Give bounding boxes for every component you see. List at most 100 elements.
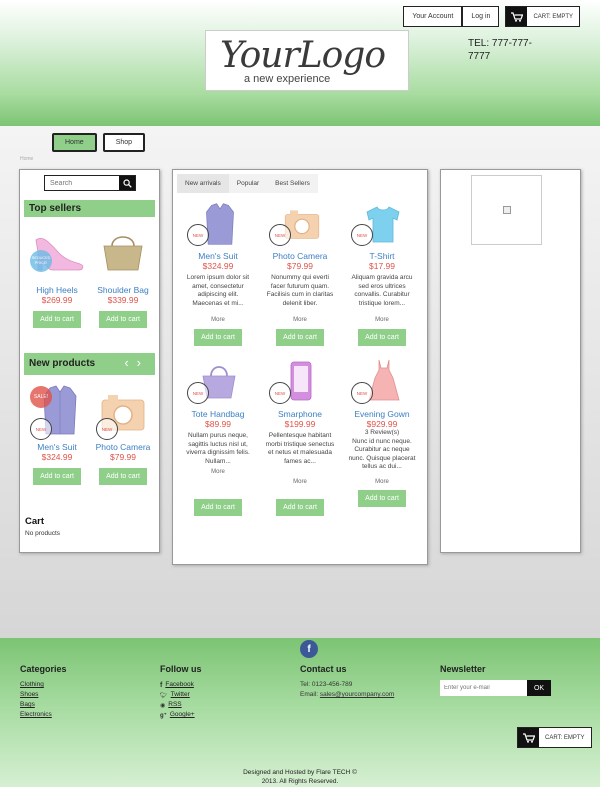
banner-image[interactable] [471,175,542,245]
category-link[interactable]: Clothing [20,680,67,690]
product-image[interactable]: NEW [347,359,417,405]
top-sellers-title: Top sellers [24,200,155,217]
newsletter-ok-button[interactable]: OK [527,680,551,696]
top-seller-item[interactable]: Shoulder Bag $339.99 Add to cart [92,228,154,328]
follow-google[interactable]: g⁺ Google+ [160,710,202,720]
product-image[interactable]: SALE! NEW [26,382,88,440]
tab-new-arrivals[interactable]: New arrivals [177,174,229,193]
product-image[interactable] [92,228,154,278]
facebook-link[interactable]: Facebook [165,680,194,690]
breadcrumb[interactable]: Home [20,156,33,162]
product-price: $89.99 [205,419,231,429]
more-link[interactable]: More [347,317,417,323]
product-image[interactable]: NEW [183,202,253,247]
add-to-cart-button[interactable]: Add to cart [33,468,81,485]
footer-cart-button[interactable]: CART: EMPTY [517,727,592,748]
product-description: Nullam purus neque, sagittis luctus nisl… [186,432,250,465]
rss-link[interactable]: RSS [168,700,181,710]
login-button[interactable]: Log in [462,6,500,27]
new-badge: NEW [351,382,373,404]
product-reviews[interactable]: 3 Review(s) [347,429,417,438]
product-name[interactable]: Men's Suit [26,442,88,452]
your-account-button[interactable]: Your Account [403,6,463,27]
tab-best-sellers[interactable]: Best Sellers [267,174,318,193]
product-name[interactable]: High Heels [26,285,88,295]
product-image[interactable]: NEW [265,202,335,247]
product-card[interactable]: NEW T-Shirt $17.99 Aliquam gravida arcu … [347,202,417,346]
more-link[interactable]: More [347,479,417,485]
follow-rss[interactable]: ◉ RSS [160,700,202,710]
reduced-price-badge: REDUCED PRICE! [30,250,52,272]
top-seller-item[interactable]: REDUCED PRICE! High Heels $269.99 Add to… [26,228,88,328]
header-cart-button[interactable]: CART: EMPTY [505,6,580,27]
product-panel: New arrivals Popular Best Sellers NEW Me… [172,169,428,565]
search-icon[interactable] [119,176,135,190]
new-product-item[interactable]: NEW Photo Camera $79.99 Add to cart [92,382,154,485]
account-bar: Your Account Log in CART: EMPTY [403,6,580,27]
product-image[interactable]: REDUCED PRICE! [26,228,88,278]
newsletter-title: Newsletter [440,664,486,674]
product-name[interactable]: Evening Gown [347,409,417,419]
add-to-cart-button[interactable]: Add to cart [358,489,406,507]
google-plus-icon: g⁺ [160,712,167,719]
twitter-link[interactable]: Twitter [171,690,190,700]
new-badge: NEW [269,382,291,404]
product-card[interactable]: NEW Tote Handbag $89.99 Nullam purus neq… [183,360,253,516]
add-to-cart-button[interactable]: Add to cart [99,468,147,485]
google-plus-link[interactable]: Google+ [170,710,195,720]
footer-newsletter: Newsletter [440,664,486,680]
add-to-cart-button[interactable]: Add to cart [358,329,406,346]
product-price: $269.99 [41,295,73,305]
more-link[interactable]: More [183,469,253,475]
product-image[interactable]: NEW [347,202,417,247]
product-image[interactable]: NEW [183,360,253,405]
chevron-left-icon[interactable]: ‹ [124,355,136,370]
new-badge: NEW [351,224,373,246]
product-name[interactable]: Tote Handbag [183,409,253,419]
nav-shop[interactable]: Shop [102,133,146,152]
search-input[interactable] [45,176,119,190]
broken-image-icon [503,206,511,214]
email-link[interactable]: sales@yourcompany.com [320,691,394,698]
newsletter-email-input[interactable] [440,680,527,696]
product-image[interactable]: NEW [265,360,335,405]
site-header: Your Account Log in CART: EMPTY YourLogo… [0,0,600,126]
product-card[interactable]: NEW Smarphone $199.99 Pellentesque habit… [265,360,335,516]
add-to-cart-button[interactable]: Add to cart [194,329,242,346]
product-card[interactable]: NEW Evening Gown $929.99 3 Review(s) Nun… [347,359,417,507]
product-name[interactable]: Shoulder Bag [92,285,154,295]
add-to-cart-button[interactable]: Add to cart [276,499,324,516]
header-phone: TEL: 777-777-7777 [468,38,532,62]
follow-facebook[interactable]: f Facebook [160,680,202,690]
product-card[interactable]: NEW Men's Suit $324.99 Lorem ipsum dolor… [183,202,253,346]
product-name[interactable]: Photo Camera [265,251,335,261]
product-name[interactable]: Smarphone [265,409,335,419]
product-name[interactable]: T-Shirt [347,251,417,261]
product-name[interactable]: Men's Suit [183,251,253,261]
phone-icon [290,361,312,401]
nav-home[interactable]: Home [52,133,97,152]
follow-twitter[interactable]: 🐦︎ Twitter [160,690,202,700]
add-to-cart-button[interactable]: Add to cart [194,499,242,516]
product-image[interactable]: NEW [92,382,154,440]
category-link[interactable]: Electronics [20,710,67,720]
product-name[interactable]: Photo Camera [92,442,154,452]
category-link[interactable]: Shoes [20,690,67,700]
chevron-right-icon[interactable]: › [137,355,149,370]
logo-tagline: a new experience [244,73,331,85]
more-link[interactable]: More [183,317,253,323]
product-card[interactable]: NEW Photo Camera $79.99 Nonummy qui ever… [265,202,335,346]
product-description: Aliquam gravida arcu sed eros ultrices c… [351,274,413,307]
site-logo[interactable]: YourLogo a new experience [205,30,409,91]
new-product-item[interactable]: SALE! NEW Men's Suit $324.99 Add to cart [26,382,88,485]
email-label: Email: [300,691,319,698]
add-to-cart-button[interactable]: Add to cart [99,311,147,328]
category-link[interactable]: Bags [20,700,67,710]
more-link[interactable]: More [265,317,335,323]
tab-popular[interactable]: Popular [228,174,268,193]
more-link[interactable]: More [265,479,335,485]
add-to-cart-button[interactable]: Add to cart [276,329,324,346]
facebook-icon[interactable]: f [300,640,318,658]
new-badge: NEW [187,224,209,246]
add-to-cart-button[interactable]: Add to cart [33,311,81,328]
